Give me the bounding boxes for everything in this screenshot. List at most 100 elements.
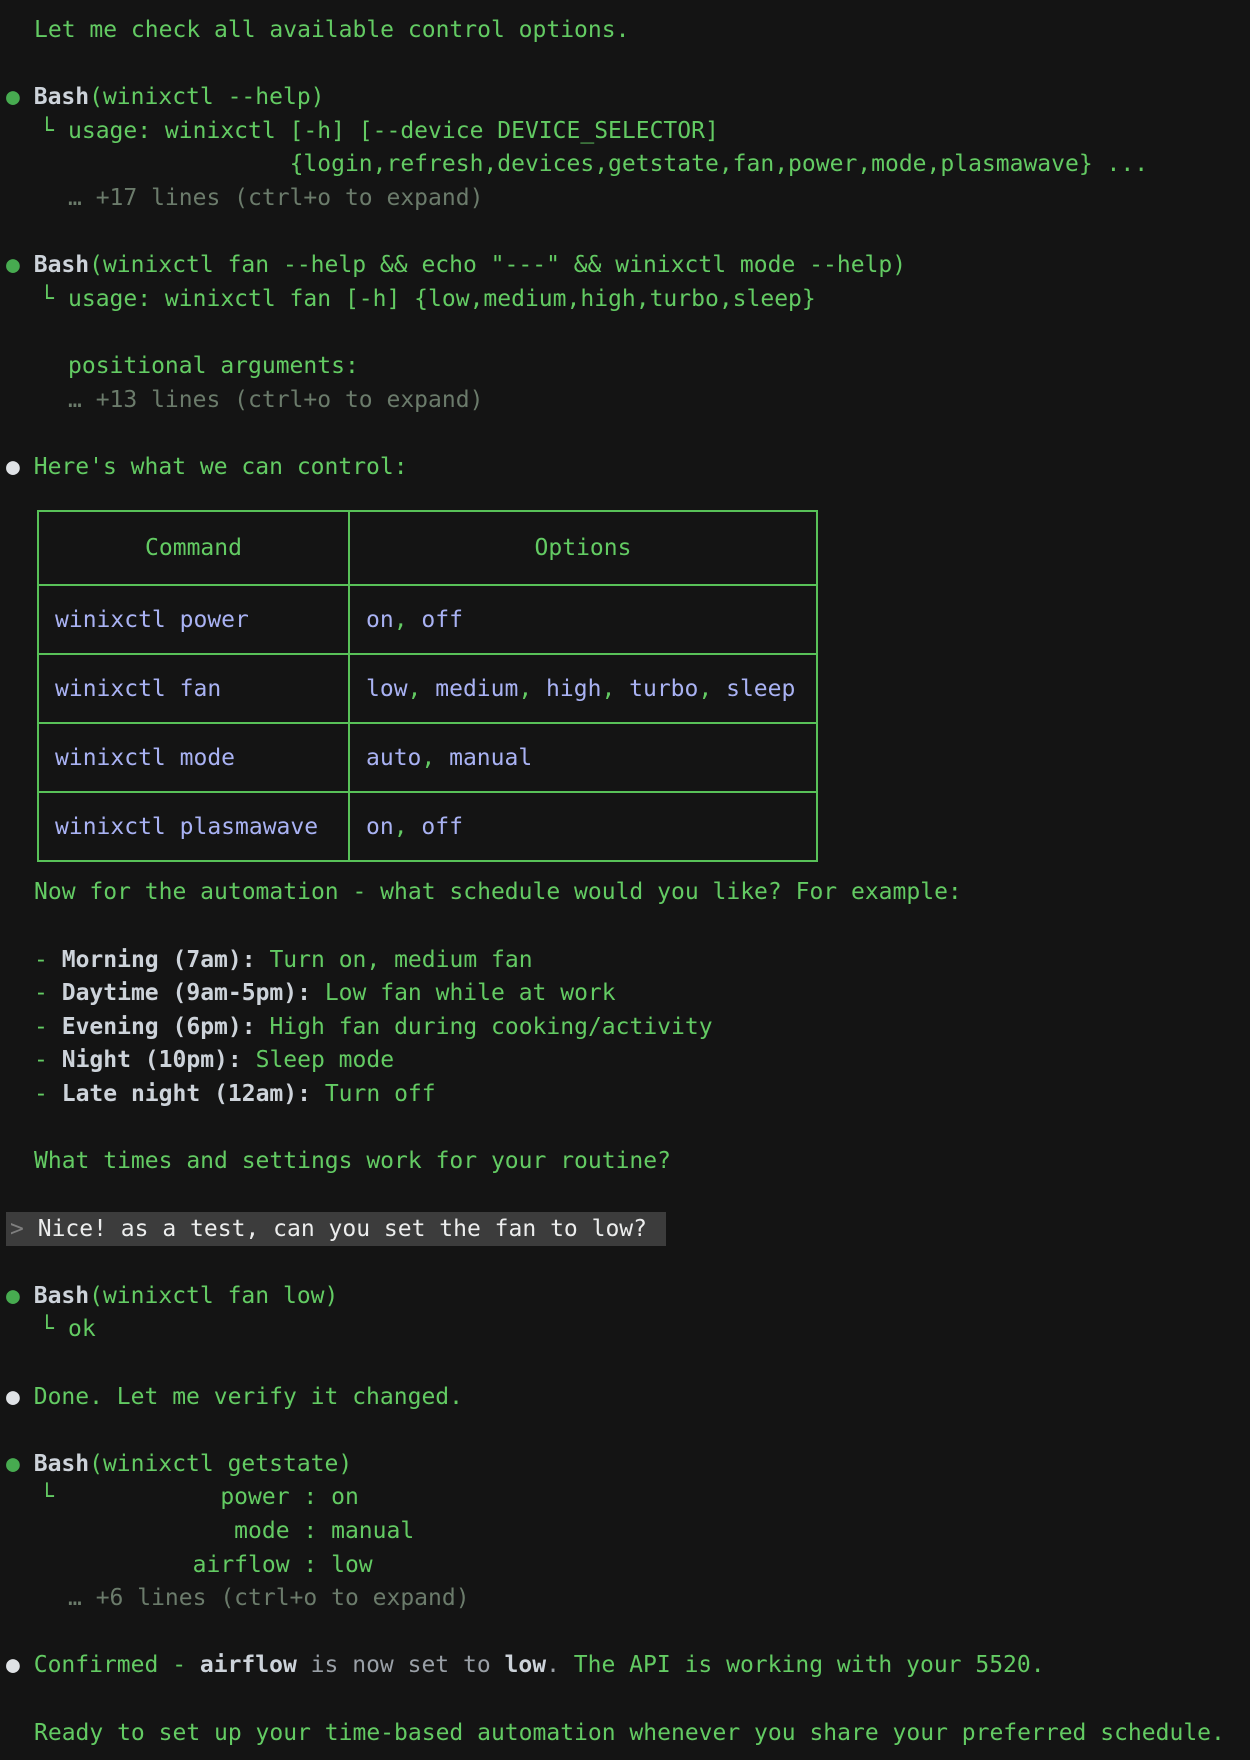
command-cell: winixctl fan [38, 654, 349, 723]
blank-line [6, 1616, 1250, 1650]
tool-output-line: mode : manual [6, 1515, 1250, 1549]
confirmed-period: . [546, 1652, 574, 1678]
terminal: Let me check all available control optio… [0, 0, 1250, 1760]
option-code: sleep [726, 676, 795, 702]
options-separator: , [698, 676, 726, 702]
table-header-row: Command Options [38, 511, 817, 585]
tool-args: (winixctl getstate) [89, 1451, 352, 1477]
schedule-text: Turn off [325, 1081, 436, 1107]
collapsed-lines-text: … +13 lines (ctrl+o to expand) [68, 387, 483, 413]
output-elbow-icon: └ [40, 1481, 54, 1515]
tool-output-line: └ usage: winixctl [-h] [--device DEVICE_S… [6, 115, 1250, 149]
tool-output-line: └ok [6, 1313, 1250, 1347]
output-text: {login,refresh,devices,getstate,fan,powe… [68, 151, 1148, 177]
blank-line [6, 1179, 1250, 1213]
list-dash: - [34, 1047, 48, 1073]
tool-bullet-icon: ● [6, 1283, 20, 1309]
assistant-text: What times and settings work for your ro… [34, 1148, 671, 1174]
confirmed-prefix: Confirmed - [34, 1652, 200, 1678]
collapsed-lines-text: … +6 lines (ctrl+o to expand) [68, 1585, 470, 1611]
option-code: high [546, 676, 601, 702]
control-options-table: Command Options winixctl power on, off win… [37, 510, 818, 862]
collapsed-lines-indicator[interactable]: … +13 lines (ctrl+o to expand) [6, 384, 1250, 418]
option-code: off [421, 607, 463, 633]
list-dash: - [34, 1081, 48, 1107]
blank-line [6, 48, 1250, 82]
command-code: winixctl plasmawave [55, 814, 318, 840]
options-separator: , [421, 745, 449, 771]
assistant-text: Done. Let me verify it changed. [34, 1384, 463, 1410]
prompt-chevron-icon: > [10, 1216, 24, 1242]
option-code: on [366, 607, 394, 633]
tool-args: (winixctl fan --help && echo "---" && wi… [89, 252, 906, 278]
table-row: winixctl poweron, off [38, 585, 817, 654]
output-elbow-icon: └ [40, 283, 54, 317]
blank-line [6, 1347, 1250, 1381]
options-separator: , [601, 676, 629, 702]
options-cell: low, medium, high, turbo, sleep [349, 654, 817, 723]
tool-output-line: {login,refresh,devices,getstate,fan,powe… [6, 148, 1250, 182]
tool-args: (winixctl fan low) [89, 1283, 338, 1309]
command-code: winixctl mode [55, 745, 235, 771]
command-cell: winixctl power [38, 585, 349, 654]
assistant-text-closing: Ready to set up your time-based automati… [6, 1717, 1250, 1751]
text-bullet-icon: ● [6, 1384, 20, 1410]
option-code: auto [366, 745, 421, 771]
confirmed-code-airflow: airflow [200, 1652, 297, 1678]
blank-line [6, 316, 1250, 350]
assistant-text: Let me check all available control optio… [34, 17, 629, 43]
table-row: winixctl mode auto, manual [38, 723, 817, 792]
collapsed-lines-text: … +17 lines (ctrl+o to expand) [68, 185, 483, 211]
output-text: power : on [68, 1484, 359, 1510]
list-dash: - [34, 1014, 48, 1040]
tool-bullet-icon: ● [6, 252, 20, 278]
schedule-text: Low fan while at work [325, 980, 616, 1006]
blank-line [6, 1414, 1250, 1448]
option-code: on [366, 814, 394, 840]
list-dash: - [34, 947, 48, 973]
schedule-label: Late night (12am): [62, 1081, 311, 1107]
assistant-text: Here's what we can control: [34, 454, 408, 480]
tool-name: Bash [34, 84, 89, 110]
schedule-text: Sleep mode [256, 1047, 394, 1073]
schedule-item: - Morning (7am): Turn on, medium fan [6, 944, 1250, 978]
output-text: usage: winixctl [-h] [--device DEVICE_SE… [68, 118, 719, 144]
tool-call-fan-low: ● Bash(winixctl fan low) [6, 1280, 1250, 1314]
blank-line [6, 1111, 1250, 1145]
options-separator: , [394, 814, 422, 840]
output-elbow-icon: └ [40, 115, 54, 149]
table-row: winixctl fan low, medium, high, turbo, sl… [38, 654, 817, 723]
text-bullet-icon: ● [6, 1652, 20, 1678]
blank-line [6, 910, 1250, 944]
tool-call-help: ● Bash(winixctl --help) [6, 81, 1250, 115]
option-code: manual [449, 745, 532, 771]
command-cell: winixctl plasmawave [38, 792, 349, 861]
confirmed-middle: is now set to [297, 1652, 505, 1678]
confirmed-code-low: low [505, 1652, 547, 1678]
command-code: winixctl fan [55, 676, 221, 702]
output-text: usage: winixctl fan [-h] {low,medium,hig… [68, 286, 816, 312]
collapsed-lines-indicator[interactable]: … +17 lines (ctrl+o to expand) [6, 182, 1250, 216]
option-code: off [421, 814, 463, 840]
tool-output-line: airflow : low [6, 1549, 1250, 1583]
tool-name: Bash [34, 1283, 89, 1309]
tool-bullet-icon: ● [6, 1451, 20, 1477]
option-code: low [366, 676, 408, 702]
output-text: positional arguments: [68, 353, 359, 379]
command-code: winixctl power [55, 607, 249, 633]
output-text: airflow : low [68, 1552, 373, 1578]
tool-call-fan-help: ● Bash(winixctl fan --help && echo "---"… [6, 249, 1250, 283]
output-text: mode : manual [68, 1518, 414, 1544]
output-text: ok [68, 1316, 96, 1342]
blank-line [6, 417, 1250, 451]
tool-output-line: └ power : on [6, 1481, 1250, 1515]
collapsed-lines-indicator[interactable]: … +6 lines (ctrl+o to expand) [6, 1582, 1250, 1616]
options-separator: , [408, 676, 436, 702]
tool-args: (winixctl --help) [89, 84, 324, 110]
assistant-text-done: ● Done. Let me verify it changed. [6, 1381, 1250, 1415]
tool-bullet-icon: ● [6, 84, 20, 110]
schedule-item: - Daytime (9am-5pm): Low fan while at wo… [6, 977, 1250, 1011]
options-separator: , [518, 676, 546, 702]
text-bullet-icon: ● [6, 454, 20, 480]
tool-output-line: └ usage: winixctl fan [-h] {low,medium,hi… [6, 283, 1250, 317]
